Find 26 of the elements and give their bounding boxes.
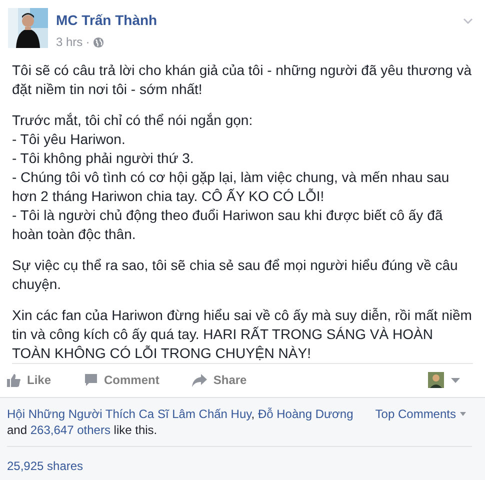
post-text: - Tôi là người chủ động theo đuổi Hariwon sau khi được biết cô ấy đã hoàn toàn độc thân. bbox=[12, 206, 444, 244]
shares-count[interactable]: 25,925 shares bbox=[7, 457, 478, 475]
post-text: - Chúng tôi vô tình có cơ hội gặp lại, làm việc chung, và mến nhau sau hơn 2 tháng Hariwon chia tay. CÔ ẤY KO CÓ LỖI! bbox=[12, 168, 450, 206]
share-arrow-icon bbox=[192, 374, 208, 386]
post-text: Sự việc cụ thể ra sao, tôi sẽ chia sẻ sau để mọi người hiểu đúng về câu chuyện. bbox=[12, 256, 459, 294]
thumbs-up-icon bbox=[7, 373, 21, 387]
profile-link[interactable]: Đỗ Hoàng Dương bbox=[258, 407, 354, 421]
speech-bubble-icon bbox=[84, 373, 98, 387]
caret-icon[interactable] bbox=[451, 378, 460, 382]
author-name[interactable]: MC Trấn Thành bbox=[56, 11, 455, 29]
profile-link[interactable]: Hội Những Người Thích Ca Sĩ Lâm Chấn Huy bbox=[7, 407, 252, 421]
post-text: - Tôi yêu Hariwon. bbox=[12, 130, 126, 149]
share-button[interactable]: Share bbox=[192, 371, 247, 389]
top-comments-dropdown[interactable]: Top Comments bbox=[375, 406, 466, 422]
post-text: Tôi sẽ có câu trả lời cho khán giả của tôi - những người đã yêu thương và đặt niềm tin nơi tôi - sớm nhất! bbox=[12, 61, 473, 99]
comment-button[interactable]: Comment bbox=[84, 371, 160, 389]
separator: · bbox=[86, 34, 90, 51]
post-text: - Tôi không phải người thứ 3. bbox=[12, 149, 195, 168]
post-text: Xin các fan của Hariwon đừng hiểu sai về cô ấy mà suy diễn, rồi mất niềm tin và công kích cô ấy quá tay. HARI RẤT TRONG SÁNG VÀ HOÀN TOÀN KHÔNG CÓ LỖI TRONG CHUYỆN NÀY! bbox=[12, 306, 473, 363]
profile-link[interactable]: 263,647 others bbox=[30, 423, 110, 437]
like-button[interactable]: Like bbox=[7, 371, 52, 389]
likes-summary: Hội Những Người Thích Ca Sĩ Lâm Chấn Huy, Đỗ Hoàng Dương and 263,647 others like this. bbox=[7, 406, 354, 438]
globe-icon[interactable] bbox=[92, 36, 104, 48]
post-text: Trước mắt, tôi chỉ có thể nói ngắn gọn: bbox=[12, 111, 254, 130]
caret-icon bbox=[460, 412, 466, 416]
chevron-down-icon[interactable] bbox=[463, 18, 473, 25]
